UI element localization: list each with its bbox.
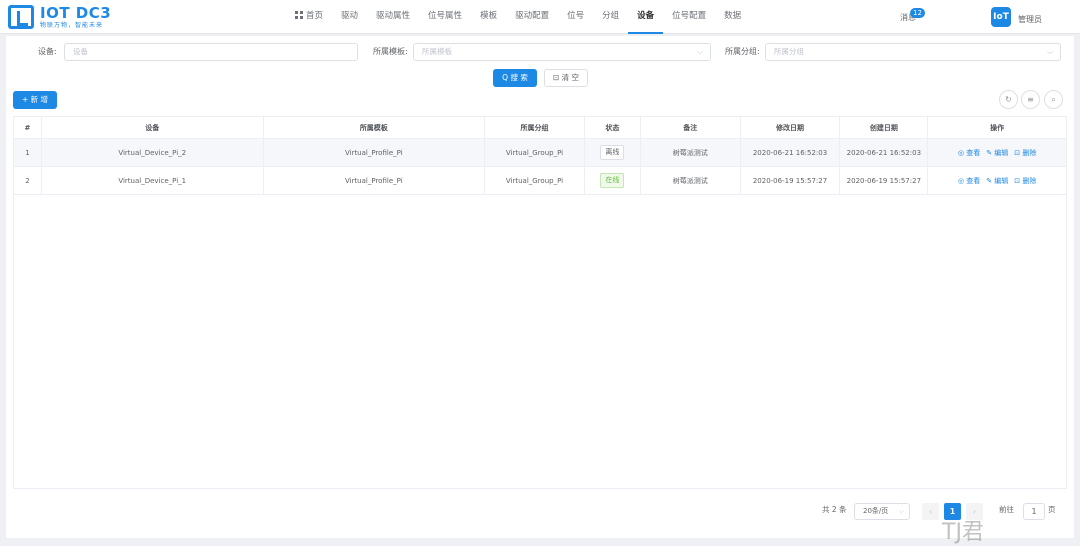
group-select[interactable]: 所属分组 ⌵ [765, 43, 1061, 61]
logo-title: IOT DC3 [40, 3, 112, 22]
nav-item[interactable]: 位号配置 [663, 0, 715, 34]
nav-item-label: 位号属性 [428, 11, 463, 21]
column-header: 创建日期 [840, 117, 929, 138]
delete-button[interactable]: ⊡ 删除 [1014, 148, 1036, 158]
goto-label: 前往 [999, 505, 1014, 514]
edit-button[interactable]: ✎ 编辑 [986, 176, 1008, 186]
row-actions: ◎ 查看 ✎ 编辑 ⊡ 删除 [928, 167, 1066, 194]
column-header: # [14, 117, 42, 138]
nav-item[interactable]: 模板 [471, 0, 506, 34]
total-count: 共 2 条 [822, 505, 847, 514]
app-logo[interactable]: IOT DC3 物联万物，智能未来 [8, 4, 111, 30]
table-header: # 设备 所属模板 所属分组 状态 备注 修改日期 创建日期 操作 [14, 117, 1066, 139]
logo-mark-icon [8, 5, 34, 29]
status-badge: 离线 [600, 145, 625, 160]
nav-item[interactable]: 驱动 [332, 0, 367, 34]
table-cell: Virtual_Group_Pi [485, 139, 585, 166]
template-filter-label: 所属模板: [373, 47, 408, 56]
device-table: # 设备 所属模板 所属分组 状态 备注 修改日期 创建日期 操作 1 Virtual_Devic… [13, 116, 1067, 489]
chevron-down-icon: ⌵ [1046, 47, 1053, 56]
nav-item[interactable]: 驱动配置 [506, 0, 558, 34]
column-header: 修改日期 [741, 117, 841, 138]
view-button[interactable]: ◎ 查看 [958, 148, 980, 158]
page-unit-label: 页 [1048, 505, 1056, 514]
nav-item-label: 数据 [724, 11, 742, 21]
nav-item-label: 模板 [480, 11, 498, 21]
page-size-select[interactable]: 20条/页 ⌵ [854, 503, 910, 520]
add-button[interactable]: + 新 增 [13, 91, 57, 109]
user-name[interactable]: 管理员 [1018, 14, 1042, 25]
view-button[interactable]: ◎ 查看 [958, 176, 980, 186]
column-header: 操作 [990, 123, 1005, 132]
nav-item-label: 位号配置 [672, 11, 707, 21]
column-header: 状态 [585, 117, 641, 138]
column-header: 备注 [641, 117, 741, 138]
nav-item-label: 驱动属性 [376, 11, 411, 21]
chevron-down-icon: ⌵ [696, 47, 703, 56]
table-cell: 2020-06-19 15:57:27 [840, 167, 929, 194]
grid-icon [295, 11, 303, 19]
table-cell: Virtual_Profile_Pi [264, 139, 486, 166]
top-bar: IOT DC3 物联万物，智能未来 首页 驱动 驱动属性 位号属性 模板 驱动配置 位号 分组… [0, 0, 1080, 34]
search-icon[interactable]: ⌕ [1044, 90, 1063, 109]
status-badge: 在线 [600, 173, 625, 188]
table-cell: 在线 [585, 167, 641, 194]
nav-item-label: 首页 [306, 11, 324, 21]
table-cell: 2 [14, 167, 42, 194]
device-filter-label: 设备: [38, 47, 57, 56]
nav-item-label: 驱动配置 [515, 11, 550, 21]
row-actions: ◎ 查看 ✎ 编辑 ⊡ 删除 [928, 139, 1066, 166]
table-cell: Virtual_Device_Pi_1 [42, 167, 264, 194]
template-select[interactable]: 所属模板 ⌵ [413, 43, 711, 61]
table-cell: 2020-06-21 16:52:03 [741, 139, 841, 166]
search-button[interactable]: Q 搜 索 [493, 69, 537, 87]
group-select-placeholder: 所属分组 [774, 47, 804, 56]
column-header: 所属模板 [264, 117, 486, 138]
page-size-value: 20条/页 [863, 507, 889, 515]
nav-item-label: 设备 [637, 11, 655, 21]
nav-item-label: 位号 [567, 11, 585, 21]
table-cell: Virtual_Device_Pi_2 [42, 139, 264, 166]
logo-subtitle: 物联万物，智能未来 [40, 21, 104, 29]
chevron-down-icon: ⌵ [898, 507, 904, 515]
column-header: 所属分组 [485, 117, 585, 138]
clear-button[interactable]: ⊡ 清 空 [544, 69, 588, 87]
table-row[interactable]: 1 Virtual_Device_Pi_2 Virtual_Profile_Pi Vi… [14, 139, 1066, 167]
nav-item-label: 分组 [602, 11, 620, 21]
nav-item[interactable]: 首页 [286, 0, 332, 34]
prev-page-icon[interactable]: ‹ [922, 503, 939, 520]
device-filter-input[interactable]: 设备 [64, 43, 358, 61]
column-header: 设备 [42, 117, 264, 138]
nav-item[interactable]: 位号 [558, 0, 593, 34]
messages-badge: 12 [910, 8, 925, 18]
nav-item-label: 驱动 [341, 11, 359, 21]
table-body: 1 Virtual_Device_Pi_2 Virtual_Profile_Pi Vi… [14, 139, 1066, 195]
table-cell: 1 [14, 139, 42, 166]
main-card: 设备: 设备 所属模板: 所属模板 ⌵ 所属分组: 所属分组 ⌵ Q 搜 索 ⊡… [6, 36, 1074, 545]
table-cell: 树莓派测试 [641, 139, 741, 166]
refresh-icon[interactable]: ↻ [999, 90, 1018, 109]
nav-item[interactable]: 数据 [715, 0, 750, 34]
table-cell: Virtual_Profile_Pi [264, 167, 486, 194]
goto-page-input[interactable]: 1 [1023, 503, 1045, 520]
template-select-placeholder: 所属模板 [422, 47, 452, 56]
watermark: TJ君 [942, 520, 984, 545]
nav-item[interactable]: 设备 [628, 0, 664, 34]
edit-button[interactable]: ✎ 编辑 [986, 148, 1008, 158]
table-cell: Virtual_Group_Pi [485, 167, 585, 194]
table-row[interactable]: 2 Virtual_Device_Pi_1 Virtual_Profile_Pi Vi… [14, 167, 1066, 195]
nav-item[interactable]: 位号属性 [419, 0, 471, 34]
table-cell: 2020-06-19 15:57:27 [741, 167, 841, 194]
main-nav: 首页 驱动 驱动属性 位号属性 模板 驱动配置 位号 分组 设备 位号配置 数据 [286, 0, 750, 34]
group-filter-label: 所属分组: [725, 47, 760, 56]
table-cell: 离线 [585, 139, 641, 166]
table-cell: 2020-06-21 16:52:03 [840, 139, 929, 166]
avatar[interactable]: IoT [991, 7, 1011, 27]
nav-item[interactable]: 分组 [593, 0, 628, 34]
delete-button[interactable]: ⊡ 删除 [1014, 176, 1036, 186]
nav-item[interactable]: 驱动属性 [367, 0, 419, 34]
table-cell: 树莓派测试 [641, 167, 741, 194]
filter-icon[interactable]: ≡ [1021, 90, 1040, 109]
